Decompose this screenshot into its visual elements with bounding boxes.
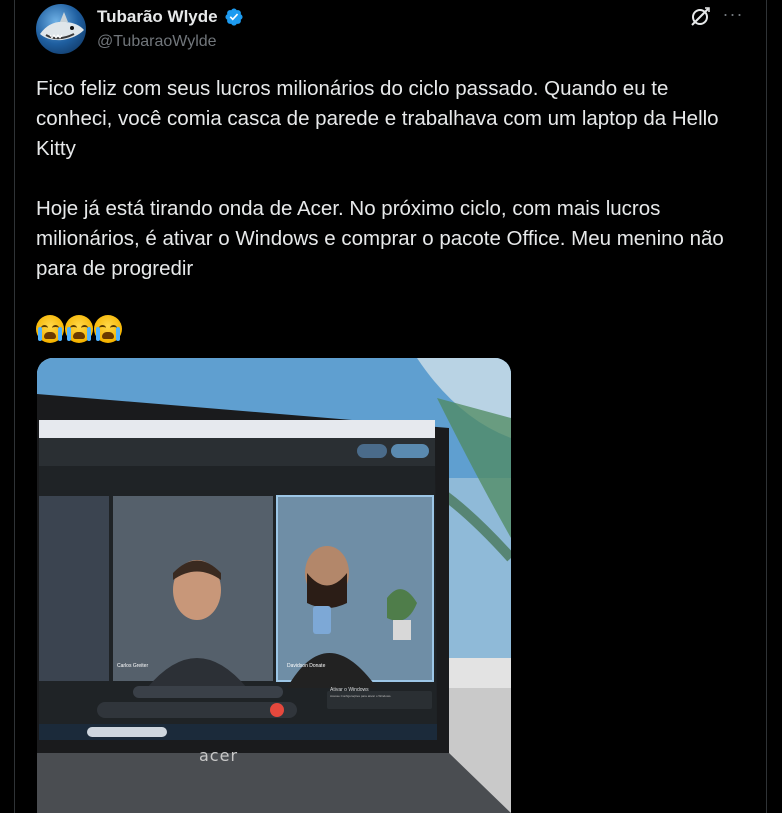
shark-avatar-icon [40, 12, 84, 41]
tweet-photo[interactable]: acer Carlos Greiter Davidson Donate Ativ… [37, 358, 511, 813]
author-name-row: Tubarão Wlyde [97, 7, 244, 27]
author-avatar[interactable] [36, 4, 86, 54]
author-display-name[interactable]: Tubarão Wlyde [97, 7, 218, 27]
tweet-card[interactable]: Tubarão Wlyde @TubaraoWylde ··· Fico fel… [14, 0, 767, 813]
grok-icon[interactable] [688, 5, 712, 29]
author-handle[interactable]: @TubaraoWylde [97, 33, 217, 51]
loudly-crying-face-icon [94, 315, 122, 343]
verified-badge-icon[interactable] [224, 7, 244, 27]
emoji-row [36, 315, 122, 343]
tweet-text: Fico feliz com seus lucros milionários d… [36, 74, 746, 284]
tweet-paragraph-2: Hoje já está tirando onda de Acer. No pr… [36, 197, 730, 280]
activate-windows-subtitle: Acesse Configurações para ativar o Windo… [330, 694, 392, 698]
participant-1-label: Carlos Greiter [117, 663, 149, 669]
tweet-paragraph-1: Fico feliz com seus lucros milionários d… [36, 77, 725, 160]
loudly-crying-face-icon [36, 315, 64, 343]
loudly-crying-face-icon [65, 315, 93, 343]
more-options-icon[interactable]: ··· [720, 4, 746, 30]
participant-2-label: Davidson Donate [287, 663, 326, 669]
laptop-brand-label: acer [199, 746, 239, 765]
activate-windows-title: Ativar o Windows [330, 687, 369, 693]
